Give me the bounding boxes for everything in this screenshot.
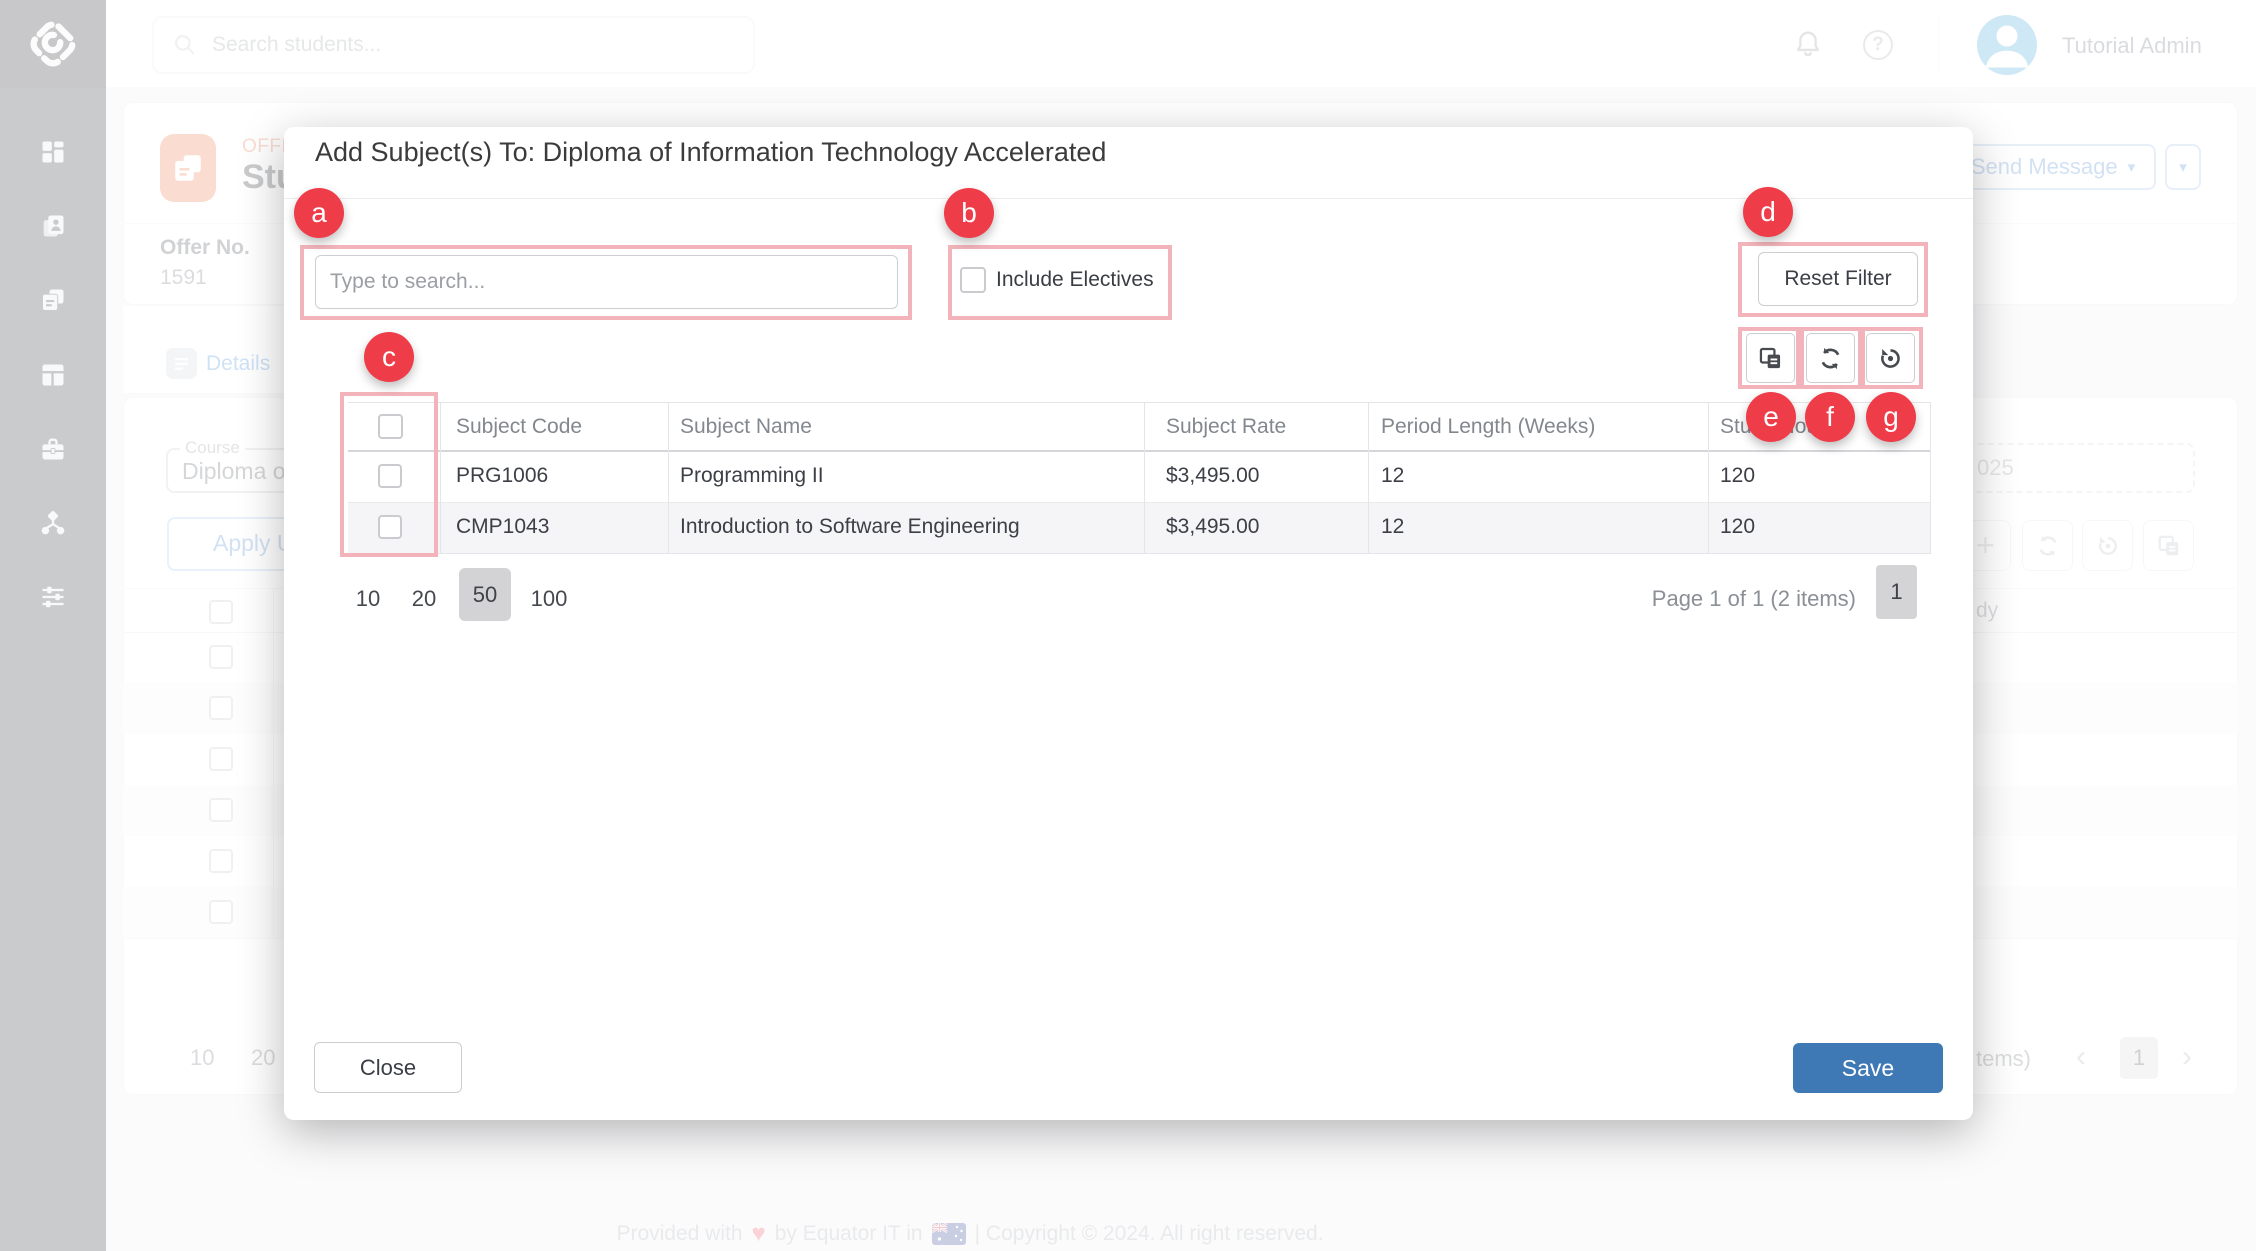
- page-number-button[interactable]: 1: [1876, 565, 1917, 619]
- annotation-marker-g: g: [1866, 392, 1916, 442]
- annotation-marker-b: b: [944, 188, 994, 238]
- table-row-alt-bg: [348, 502, 1931, 554]
- modal-title-divider: [284, 198, 1973, 199]
- modal-title: Add Subject(s) To: Diploma of Informatio…: [315, 137, 1106, 168]
- page-size-50-selected[interactable]: 50: [459, 568, 511, 621]
- annotation-marker-c: c: [364, 332, 414, 382]
- page-info: Page 1 of 1 (2 items): [1484, 586, 1856, 612]
- cell-study-hours: 120: [1720, 464, 1755, 488]
- cell-subject-rate: $3,495.00: [1166, 464, 1259, 488]
- add-subjects-modal: Add Subject(s) To: Diploma of Informatio…: [284, 127, 1973, 1120]
- table-border: [348, 402, 1931, 403]
- annotation-marker-f: f: [1805, 392, 1855, 442]
- cell-subject-code: CMP1043: [456, 515, 549, 539]
- highlight-box-history: [1861, 327, 1923, 389]
- annotation-marker-a: a: [294, 188, 344, 238]
- table-column-divider: [1368, 402, 1369, 553]
- col-subject-rate[interactable]: Subject Rate: [1166, 415, 1286, 439]
- table-column-divider: [1708, 402, 1709, 553]
- highlight-box-electives: [948, 245, 1172, 320]
- cell-subject-name: Programming II: [680, 464, 824, 488]
- table-column-divider: [668, 402, 669, 553]
- table-border: [348, 553, 1931, 554]
- table-column-divider: [440, 402, 441, 553]
- cell-period-length: 12: [1381, 515, 1404, 539]
- highlight-box-checkbox-column: [340, 392, 438, 557]
- page-size-20[interactable]: 20: [402, 586, 446, 612]
- page-size-100[interactable]: 100: [527, 586, 571, 612]
- cell-subject-name: Introduction to Software Engineering: [680, 515, 1020, 539]
- col-subject-name[interactable]: Subject Name: [680, 415, 812, 439]
- highlight-box-column-chooser: [1738, 327, 1800, 389]
- table-column-divider: [1144, 402, 1145, 553]
- col-subject-code[interactable]: Subject Code: [456, 415, 582, 439]
- table-header-border: [348, 450, 1931, 452]
- cell-period-length: 12: [1381, 464, 1404, 488]
- highlight-box-reset: [1738, 242, 1928, 317]
- table-row-border: [348, 502, 1931, 503]
- save-button[interactable]: Save: [1793, 1043, 1943, 1093]
- col-period-length[interactable]: Period Length (Weeks): [1381, 415, 1595, 439]
- highlight-box-search: [300, 245, 912, 320]
- annotation-marker-d: d: [1743, 187, 1793, 237]
- cell-subject-rate: $3,495.00: [1166, 515, 1259, 539]
- subjects-table: Subject Code Subject Name Subject Rate P…: [348, 402, 1931, 553]
- close-button[interactable]: Close: [314, 1042, 462, 1093]
- cell-study-hours: 120: [1720, 515, 1755, 539]
- cell-subject-code: PRG1006: [456, 464, 548, 488]
- table-column-divider: [1930, 402, 1931, 553]
- highlight-box-refresh: [1800, 327, 1862, 389]
- screen: ? Tutorial Admin OFFE Stu Offer No. 1591…: [0, 0, 2256, 1251]
- page-size-10[interactable]: 10: [346, 586, 390, 612]
- annotation-marker-e: e: [1746, 392, 1796, 442]
